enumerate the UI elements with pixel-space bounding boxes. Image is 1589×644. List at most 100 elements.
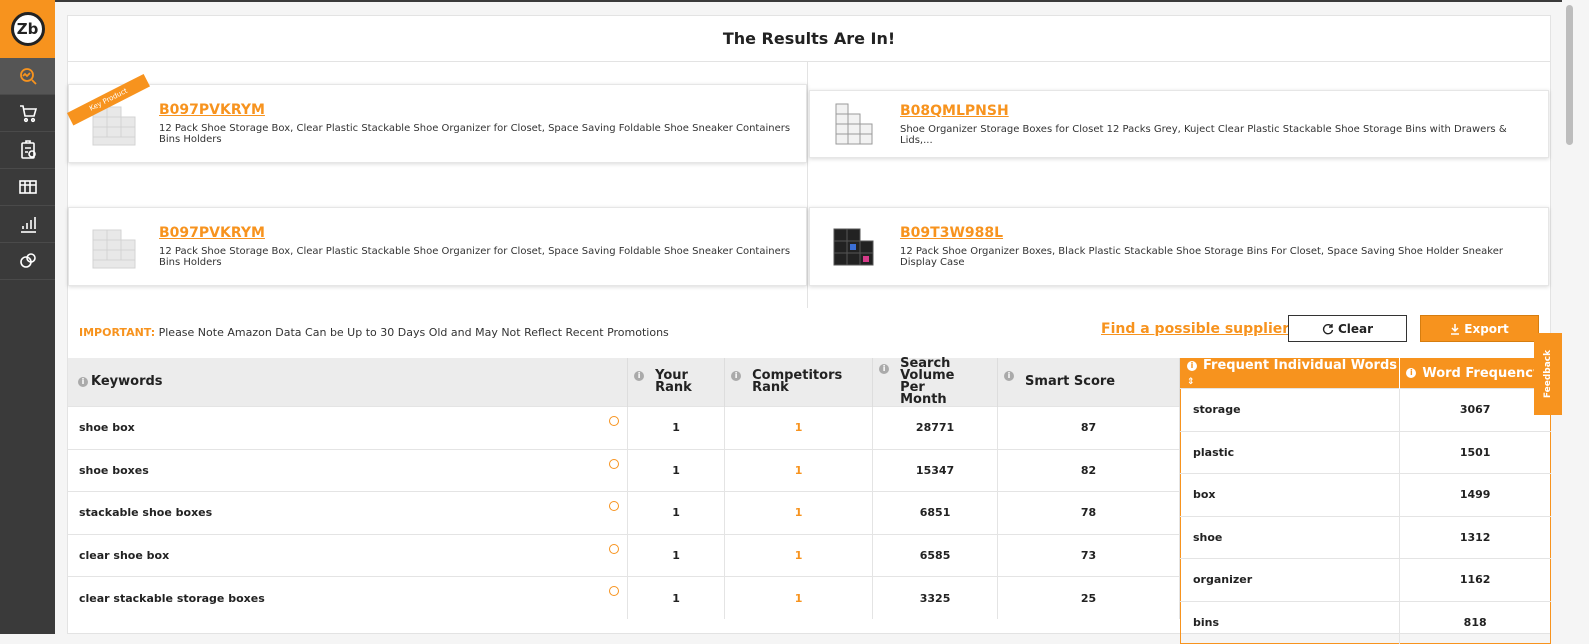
volume-cell: 3325	[872, 576, 999, 619]
info-icon[interactable]: i	[1004, 371, 1015, 381]
keyword-cell: clear shoe box	[68, 533, 629, 577]
header-keywords[interactable]: i Keywords	[68, 358, 629, 407]
product-card[interactable]: B08QMLPNSH Shoe Organizer Storage Boxes …	[809, 90, 1549, 158]
word-cell: shoe	[1180, 515, 1401, 559]
nav-chart-icon[interactable]	[0, 206, 55, 243]
product-image	[69, 217, 159, 277]
product-card[interactable]: B09T3W988L 12 Pack Shoe Organizer Boxes,…	[809, 207, 1549, 286]
keyword-cell: stackable shoe boxes	[68, 491, 629, 534]
word-cell: plastic	[1180, 430, 1401, 474]
export-label: Export	[1464, 321, 1509, 336]
clear-label: Clear	[1337, 321, 1374, 336]
product-description: 12 Pack Shoe Storage Box, Clear Plastic …	[159, 123, 791, 145]
keyword-cell: shoe boxes	[68, 448, 629, 492]
product-asin-link[interactable]: B097PVKRYM	[159, 102, 794, 118]
header-frequent-words[interactable]: i Frequent Individual Words ⇕	[1180, 358, 1401, 389]
volume-cell: 15347	[872, 448, 999, 492]
external-link-icon[interactable]	[609, 543, 620, 554]
table-row: clear shoe box 1 1 6585 73	[68, 533, 1180, 577]
info-icon[interactable]: i	[1406, 368, 1417, 378]
table-row: stackable shoe boxes 1 1 6851 78	[68, 491, 1180, 534]
feedback-tab[interactable]: Feedback	[1534, 333, 1562, 415]
competitors-rank-cell[interactable]: 1	[724, 448, 874, 492]
product-description: 12 Pack Shoe Storage Box, Clear Plastic …	[159, 246, 791, 268]
competitors-rank-cell[interactable]: 1	[724, 406, 874, 449]
table-row: storage 3067	[1180, 388, 1551, 431]
volume-cell: 6585	[872, 533, 999, 577]
your-rank-cell: 1	[627, 491, 726, 534]
feedback-label: Feedback	[1543, 349, 1553, 399]
competitors-rank-cell[interactable]: 1	[724, 576, 874, 619]
score-cell: 82	[997, 448, 1180, 492]
frequency-cell: 1162	[1399, 558, 1551, 601]
info-icon[interactable]: i	[78, 376, 88, 387]
find-supplier-link[interactable]: Find a possible supplier	[1101, 321, 1289, 337]
volume-cell: 6851	[872, 491, 999, 534]
external-link-icon[interactable]	[609, 458, 620, 469]
header-search-volume[interactable]: i Search Volume Per Month	[872, 357, 999, 407]
competitors-rank-cell[interactable]: 1	[724, 533, 874, 577]
product-asin-link[interactable]: B09T3W988L	[900, 225, 1536, 241]
divider	[807, 62, 808, 308]
product-image	[810, 217, 900, 277]
sort-icon[interactable]: ⇕	[1187, 377, 1195, 387]
word-cell: storage	[1180, 388, 1401, 431]
nav-cart-icon[interactable]	[0, 95, 55, 132]
your-rank-cell: 1	[627, 576, 726, 619]
product-description: 12 Pack Shoe Organizer Boxes, Black Plas…	[900, 246, 1503, 268]
clear-button[interactable]: Clear	[1288, 315, 1407, 342]
external-link-icon[interactable]	[609, 501, 620, 511]
header-competitors-rank[interactable]: i Competitors Rank	[724, 358, 874, 407]
logo[interactable]: Zb	[0, 0, 55, 58]
info-icon[interactable]: i	[1187, 360, 1197, 371]
sidebar: Zb	[0, 0, 55, 634]
nav-analytics-icon[interactable]	[0, 58, 55, 95]
product-image	[810, 94, 900, 154]
header-word-frequency[interactable]: i Word Frequency	[1399, 358, 1551, 389]
score-cell: 73	[997, 533, 1180, 577]
external-link-icon[interactable]	[609, 416, 620, 426]
results-panel: The Results Are In! Key Product B097PVKR…	[67, 15, 1551, 644]
product-card[interactable]: B097PVKRYM 12 Pack Shoe Storage Box, Cle…	[68, 207, 807, 286]
product-asin-link[interactable]: B08QMLPNSH	[900, 103, 1536, 119]
nav-table-icon[interactable]	[0, 169, 55, 206]
logo-mark: Zb	[10, 12, 45, 46]
score-cell: 25	[997, 576, 1180, 619]
word-cell: bins	[1180, 600, 1401, 644]
table-row: clear stackable storage boxes 1 1 3325 2…	[68, 576, 1180, 619]
download-icon	[1451, 323, 1460, 335]
nav-clipboard-icon[interactable]	[0, 132, 55, 169]
external-link-icon[interactable]	[609, 586, 620, 596]
refresh-icon	[1322, 323, 1334, 334]
header-your-rank[interactable]: i Your Rank	[627, 358, 726, 407]
scrollbar-thumb[interactable]	[1566, 5, 1573, 145]
product-asin-link[interactable]: B097PVKRYM	[159, 225, 794, 241]
competitors-rank-cell[interactable]: 1	[724, 491, 874, 534]
frequency-cell: 818	[1399, 600, 1551, 644]
keyword-cell: shoe box	[68, 406, 629, 449]
your-rank-cell: 1	[627, 448, 726, 492]
page-title: The Results Are In!	[68, 16, 1550, 62]
tables: i Keywords i Your Rank i Competitors Rank i…	[68, 357, 1551, 644]
nav-settings-icon[interactable]	[0, 243, 55, 280]
frequency-cell: 3067	[1399, 388, 1551, 431]
table-row: bins 818	[1180, 600, 1551, 644]
table-row: plastic 1501	[1180, 430, 1551, 474]
word-cell: box	[1180, 473, 1401, 516]
product-card[interactable]: Key Product B097PVKRYM 12 Pack Shoe Stor…	[67, 73, 807, 163]
frequency-cell: 1312	[1399, 515, 1551, 559]
product-description: Shoe Organizer Storage Boxes for Closet …	[900, 123, 1507, 146]
header-smart-score[interactable]: i Smart Score	[997, 358, 1180, 407]
your-rank-cell: 1	[627, 406, 726, 449]
keyword-cell: clear stackable storage boxes	[68, 576, 629, 619]
table-row: shoe boxes 1 1 15347 82	[68, 448, 1180, 492]
notice-text: Please Note Amazon Data Can be Up to 30 …	[155, 326, 669, 339]
word-frequency-table: i Frequent Individual Words ⇕ i Word Frequ…	[1180, 358, 1551, 644]
volume-cell: 28771	[872, 406, 999, 449]
toolbar: IMPORTANT: Please Note Amazon Data Can b…	[68, 308, 1550, 358]
important-notice: IMPORTANT: Please Note Amazon Data Can b…	[79, 326, 669, 339]
export-button[interactable]: Export	[1420, 315, 1539, 342]
frequency-cell: 1499	[1399, 473, 1551, 516]
table-row: organizer 1162	[1180, 558, 1551, 601]
score-cell: 78	[997, 491, 1180, 534]
